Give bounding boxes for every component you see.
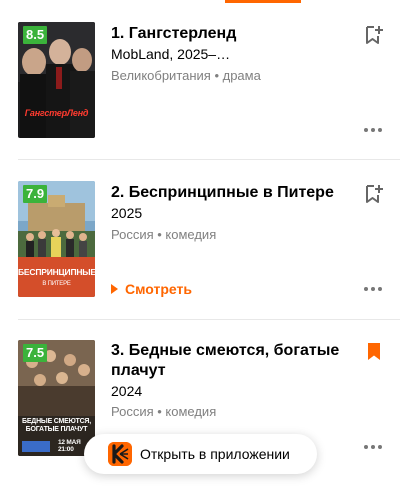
rating-badge: 7.9 bbox=[23, 185, 48, 203]
rating-badge: 7.5 bbox=[23, 344, 48, 362]
open-in-app-button[interactable]: Открыть в приложении bbox=[84, 434, 317, 474]
movie-meta: Великобритания • драма bbox=[111, 68, 261, 83]
poster-image[interactable]: 8.5 ГангстерЛенд bbox=[18, 22, 95, 138]
poster-image[interactable]: 7.5 БЕДНЫЕ СМЕЮТСЯ, БОГАТЫЕ ПЛАЧУТ 12 МА… bbox=[18, 340, 95, 456]
more-icon[interactable] bbox=[362, 285, 384, 293]
watch-button[interactable]: Смотреть bbox=[111, 280, 192, 298]
movie-title[interactable]: 1. Гангстерленд bbox=[111, 24, 356, 44]
list-item[interactable]: 8.5 ГангстерЛенд 1. Гангстерленд MobLand… bbox=[0, 0, 400, 160]
movie-meta: Россия • комедия bbox=[111, 227, 217, 242]
kinopoisk-app-icon bbox=[108, 442, 132, 466]
movie-subtitle: MobLand, 2025–… bbox=[111, 46, 231, 62]
open-in-app-label: Открыть в приложении bbox=[140, 446, 290, 462]
movie-list: 8.5 ГангстерЛенд 1. Гангстерленд MobLand… bbox=[0, 0, 400, 486]
more-icon[interactable] bbox=[362, 443, 384, 451]
bookmark-add-icon[interactable] bbox=[365, 184, 383, 204]
movie-subtitle: 2025 bbox=[111, 205, 143, 221]
poster-title: БЕДНЫЕ СМЕЮТСЯ, БОГАТЫЕ ПЛАЧУТ bbox=[21, 418, 92, 433]
play-icon bbox=[111, 284, 118, 294]
poster-subtitle: В ПИТЕРЕ bbox=[42, 281, 71, 287]
poster-title: БЕСПРИНЦИПНЫЕ bbox=[18, 267, 95, 277]
poster-title: ГангстерЛенд bbox=[24, 108, 89, 118]
poster-image[interactable]: 7.9 БЕСПРИНЦИПНЫЕ В ПИТЕРЕ bbox=[18, 181, 95, 297]
bookmark-add-icon[interactable] bbox=[365, 25, 383, 45]
rating-badge: 8.5 bbox=[23, 26, 48, 44]
movie-subtitle: 2024 bbox=[111, 383, 143, 399]
more-icon[interactable] bbox=[362, 126, 384, 134]
bookmark-filled-icon[interactable] bbox=[365, 342, 383, 362]
movie-title[interactable]: 2. Беспринципные в Питере bbox=[111, 183, 356, 203]
list-item[interactable]: 7.9 БЕСПРИНЦИПНЫЕ В ПИТЕРЕ 2. Беспринцип… bbox=[0, 160, 400, 320]
movie-title[interactable]: 3. Бедные смеются, богатые плачут bbox=[111, 341, 351, 381]
watch-label: Смотреть bbox=[125, 281, 192, 297]
movie-meta: Россия • комедия bbox=[111, 404, 217, 419]
